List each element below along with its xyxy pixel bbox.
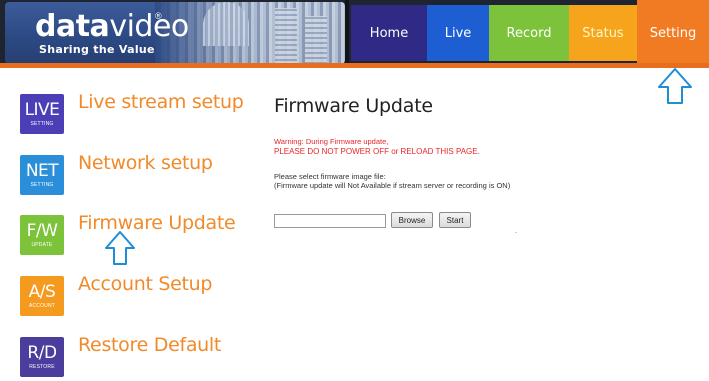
brand-logo[interactable]: datavideo (35, 9, 189, 44)
tower-shape (305, 16, 327, 64)
sidebar-item-restore-default[interactable]: R/D RESTORE Restore Default (20, 334, 221, 378)
account-setup-icon: A/S ACCOUNT (20, 276, 64, 316)
nav-tab-label: Record (506, 25, 552, 41)
net-setting-icon: NET SETTING (20, 155, 64, 195)
live-setting-icon: LIVE SETTING (20, 94, 64, 134)
instruction-text: (Firmware update will Not Available if s… (274, 181, 511, 190)
icon-subtext: RESTORE (29, 363, 55, 370)
sidebar-item-account-setup[interactable]: A/S ACCOUNT Account Setup (20, 273, 212, 317)
tower-shape (275, 8, 297, 64)
header-bottom-bar (0, 63, 709, 68)
page-title: Firmware Update (274, 95, 433, 117)
warning-text: Warning: During Firmware update, (274, 137, 389, 146)
icon-subtext: SETTING (30, 181, 54, 188)
nav-tab-label: Status (582, 25, 624, 41)
sidebar-item-label: Account Setup (78, 273, 213, 295)
icon-text: LIVE (24, 99, 60, 120)
firmware-update-icon: F/W UPDATE (20, 215, 64, 255)
warning-text: PLEASE DO NOT POWER OFF or RELOAD THIS P… (274, 147, 480, 156)
sidebar-item-label: Restore Default (78, 334, 222, 356)
nav-tab-status[interactable]: Status (569, 5, 637, 61)
sidebar-item-label: Live stream setup (78, 91, 244, 113)
registered-mark: ® (155, 11, 162, 21)
icon-subtext: ACCOUNT (28, 302, 56, 309)
nav-tab-live[interactable]: Live (427, 5, 489, 61)
start-button[interactable]: Start (439, 212, 471, 228)
icon-text: R/D (27, 342, 57, 363)
nav-tab-label: Home (369, 25, 409, 41)
nav-tab-label: Setting (649, 25, 697, 41)
brand-name-part: video (109, 9, 189, 44)
icon-subtext: UPDATE (31, 241, 53, 248)
browse-button-label: Browse (398, 215, 426, 225)
icon-text: A/S (28, 281, 56, 302)
sidebar-item-label: Firmware Update (78, 212, 236, 234)
arrow-up-icon (104, 230, 136, 266)
nav-tab-home[interactable]: Home (351, 5, 427, 61)
brand-banner: datavideo ® Sharing the Value (5, 2, 345, 64)
icon-text: NET (25, 160, 59, 181)
nav-tab-setting[interactable]: Setting (637, 0, 709, 66)
dome-shape (203, 2, 249, 46)
brand-tagline: Sharing the Value (39, 43, 155, 56)
sidebar-item-live-stream-setup[interactable]: LIVE SETTING Live stream setup (20, 91, 244, 135)
restore-default-icon: R/D RESTORE (20, 337, 64, 377)
sidebar-item-label: Network setup (78, 152, 213, 174)
brand-name-part: data (35, 9, 110, 44)
icon-text: F/W (26, 220, 58, 241)
firmware-file-input[interactable] (274, 214, 386, 228)
start-button-label: Start (446, 215, 464, 225)
icon-subtext: SETTING (30, 120, 54, 127)
sidebar-item-firmware-update[interactable]: F/W UPDATE Firmware Update (20, 212, 236, 256)
instruction-text: Please select firmware image file: (274, 172, 386, 181)
arrow-up-icon (657, 67, 693, 105)
nav-tab-record[interactable]: Record (489, 5, 569, 61)
sidebar-item-network-setup[interactable]: NET SETTING Network setup (20, 152, 213, 196)
stray-dot (515, 232, 517, 233)
nav-tab-label: Live (444, 25, 472, 41)
header-divider (345, 0, 349, 66)
browse-button[interactable]: Browse (391, 212, 433, 228)
top-header: datavideo ® Sharing the Value Home Live … (0, 0, 709, 66)
